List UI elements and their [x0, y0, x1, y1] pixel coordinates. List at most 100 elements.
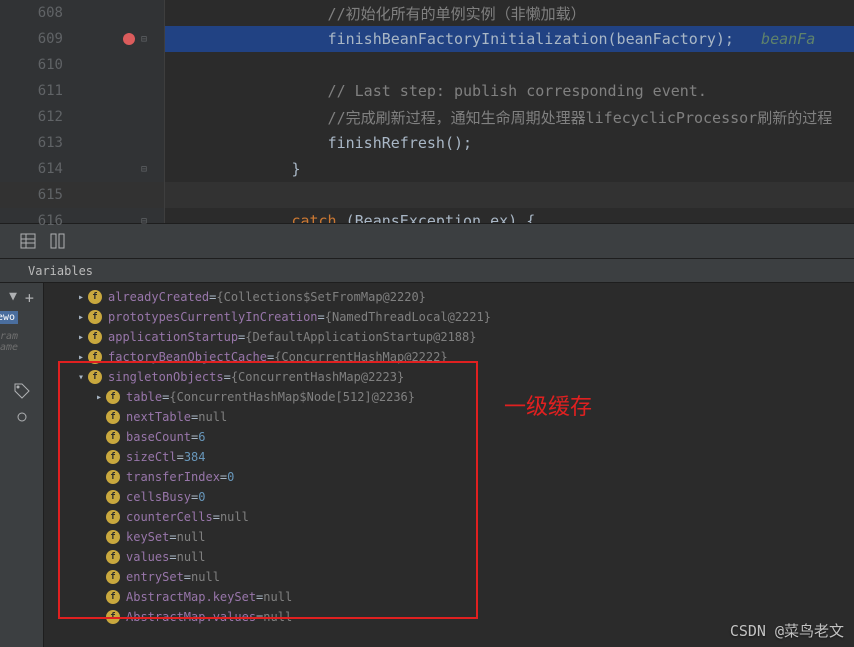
field-badge-icon: f: [106, 510, 120, 524]
variable-name: AbstractMap.keySet: [126, 590, 256, 604]
variable-value: 384: [184, 450, 206, 464]
variable-value: null: [177, 530, 206, 544]
variable-value: {ConcurrentHashMap@2223}: [231, 370, 404, 384]
code-area[interactable]: //初始化所有的单例实例（非懒加载） finishBeanFactoryInit…: [165, 0, 854, 223]
variable-value: null: [263, 590, 292, 604]
variable-row[interactable]: ▸ftable = {ConcurrentHashMap$Node[512]@2…: [44, 387, 854, 407]
variable-name: values: [126, 550, 169, 564]
code-line[interactable]: //完成刷新过程，通知生命周期处理器lifecyclicProcessor刷新的…: [165, 104, 854, 130]
variable-row[interactable]: fvalues = null: [44, 547, 854, 567]
field-badge-icon: f: [106, 550, 120, 564]
variable-name: counterCells: [126, 510, 213, 524]
line-number: 614: [0, 161, 73, 177]
variable-row[interactable]: ▸falreadyCreated = {Collections$SetFromM…: [44, 287, 854, 307]
debugger-panel: ▼ + ewo ramame ▸falreadyCreated = {Colle…: [0, 283, 854, 647]
variable-value: null: [191, 570, 220, 584]
field-badge-icon: f: [106, 590, 120, 604]
expand-arrow-icon[interactable]: ▸: [74, 312, 88, 323]
variable-name: singletonObjects: [108, 370, 224, 384]
variable-value: {DefaultApplicationStartup@2188}: [245, 330, 476, 344]
variable-row[interactable]: fentrySet = null: [44, 567, 854, 587]
variable-value: 0: [227, 470, 234, 484]
add-icon[interactable]: +: [25, 289, 34, 307]
expand-arrow-icon[interactable]: ▸: [92, 392, 106, 403]
variable-row[interactable]: fkeySet = null: [44, 527, 854, 547]
variable-value: {ConcurrentHashMap$Node[512]@2236}: [169, 390, 415, 404]
expand-arrow-icon[interactable]: ▾: [74, 372, 88, 383]
field-badge-icon: f: [88, 370, 102, 384]
annotation-label: 一级缓存: [504, 389, 592, 421]
watermark: CSDN @菜鸟老文: [730, 620, 844, 641]
variable-name: keySet: [126, 530, 169, 544]
fold-icon[interactable]: ⊟: [141, 34, 147, 45]
variable-value: {NamedThreadLocal@2221}: [325, 310, 491, 324]
variable-name: sizeCtl: [126, 450, 177, 464]
variable-row[interactable]: ▸fprototypesCurrentlyInCreation = {Named…: [44, 307, 854, 327]
code-line[interactable]: catch (BeansException ex) {: [165, 208, 854, 223]
variable-row[interactable]: fcounterCells = null: [44, 507, 854, 527]
variable-row[interactable]: fnextTable = null: [44, 407, 854, 427]
variables-tree[interactable]: ▸falreadyCreated = {Collections$SetFromM…: [44, 283, 854, 647]
variables-panel-header: Variables: [0, 259, 854, 283]
variable-row[interactable]: ▸fapplicationStartup = {DefaultApplicati…: [44, 327, 854, 347]
line-number: 615: [0, 187, 73, 203]
link-icon[interactable]: [14, 409, 30, 425]
variable-row[interactable]: ftransferIndex = 0: [44, 467, 854, 487]
line-number: 609: [0, 31, 73, 47]
code-line[interactable]: finishBeanFactoryInitialization(beanFact…: [165, 26, 854, 52]
variable-name: alreadyCreated: [108, 290, 209, 304]
debug-sidebar: ▼ + ewo ramame: [0, 283, 44, 647]
code-line[interactable]: //初始化所有的单例实例（非懒加载）: [165, 0, 854, 26]
line-number: 613: [0, 135, 73, 151]
variable-value: null: [198, 410, 227, 424]
code-line[interactable]: [165, 182, 854, 208]
breakpoint-icon[interactable]: [123, 33, 135, 45]
tag-icon[interactable]: [14, 383, 30, 399]
field-badge-icon: f: [106, 470, 120, 484]
variable-name: prototypesCurrentlyInCreation: [108, 310, 318, 324]
variable-value: {Collections$SetFromMap@2220}: [216, 290, 426, 304]
variable-value: null: [177, 550, 206, 564]
field-badge-icon: f: [106, 490, 120, 504]
variable-name: cellsBusy: [126, 490, 191, 504]
sidebar-dim-text: ramame: [0, 331, 18, 353]
fold-icon[interactable]: ⊟: [141, 164, 147, 175]
code-editor[interactable]: 608 609⊟610 611 612 613 614⊟615 616⊟ //初…: [0, 0, 854, 223]
variable-row[interactable]: ▾fsingletonObjects = {ConcurrentHashMap@…: [44, 367, 854, 387]
field-badge-icon: f: [106, 410, 120, 424]
variable-row[interactable]: fAbstractMap.keySet = null: [44, 587, 854, 607]
expand-arrow-icon[interactable]: ▸: [74, 292, 88, 303]
variable-name: table: [126, 390, 162, 404]
code-line[interactable]: finishRefresh();: [165, 130, 854, 156]
layout-icon[interactable]: [50, 233, 66, 249]
field-badge-icon: f: [106, 530, 120, 544]
variable-name: transferIndex: [126, 470, 220, 484]
variable-value: null: [263, 610, 292, 624]
variable-row[interactable]: fbaseCount = 6: [44, 427, 854, 447]
field-badge-icon: f: [106, 570, 120, 584]
code-line[interactable]: [165, 52, 854, 78]
line-number: 612: [0, 109, 73, 125]
field-badge-icon: f: [88, 350, 102, 364]
sidebar-sel-badge: ewo: [0, 311, 18, 324]
line-number: 616: [0, 213, 73, 229]
variable-row[interactable]: ▸ffactoryBeanObjectCache = {ConcurrentHa…: [44, 347, 854, 367]
variable-row[interactable]: fcellsBusy = 0: [44, 487, 854, 507]
table-view-icon[interactable]: [20, 233, 36, 249]
variable-name: AbstractMap.values: [126, 610, 256, 624]
variable-value: 0: [198, 490, 205, 504]
code-line[interactable]: // Last step: publish corresponding even…: [165, 78, 854, 104]
field-badge-icon: f: [106, 610, 120, 624]
variable-name: applicationStartup: [108, 330, 238, 344]
expand-arrow-icon[interactable]: ▸: [74, 332, 88, 343]
variable-value: null: [220, 510, 249, 524]
field-badge-icon: f: [88, 290, 102, 304]
filter-icon[interactable]: ▼: [9, 289, 17, 307]
expand-arrow-icon[interactable]: ▸: [74, 352, 88, 363]
fold-icon[interactable]: ⊟: [141, 216, 147, 227]
variable-value: 6: [198, 430, 205, 444]
line-number: 610: [0, 57, 73, 73]
variable-name: baseCount: [126, 430, 191, 444]
variable-row[interactable]: fsizeCtl = 384: [44, 447, 854, 467]
code-line[interactable]: }: [165, 156, 854, 182]
